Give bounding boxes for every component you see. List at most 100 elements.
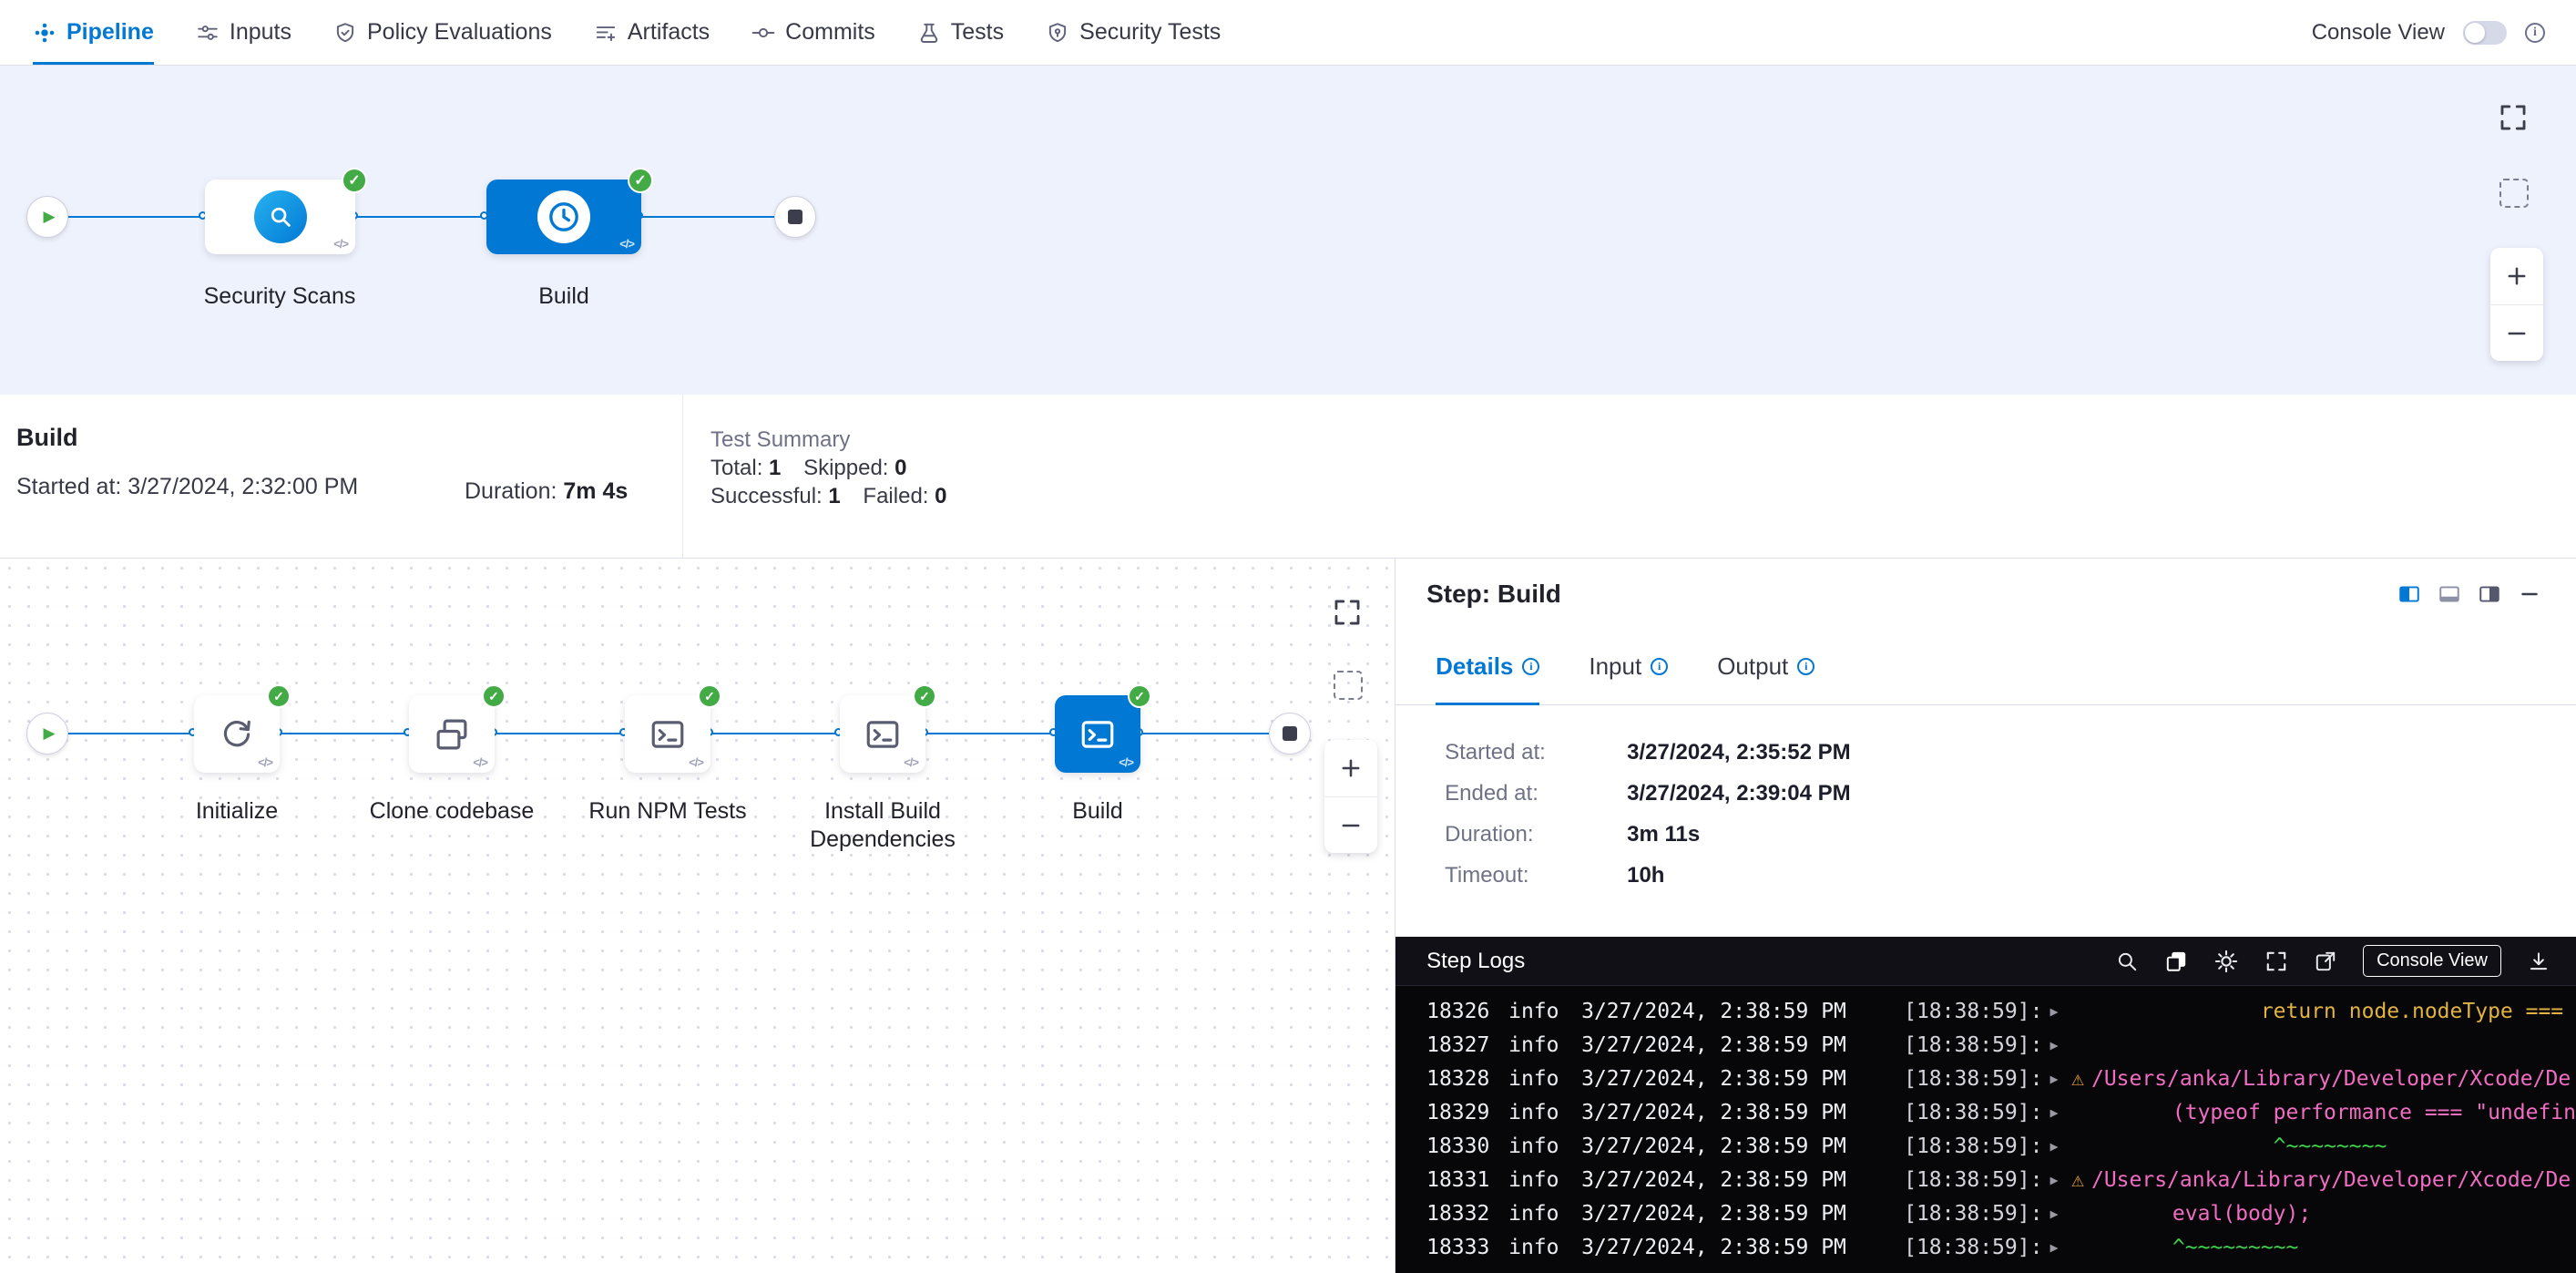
expand-canvas-icon[interactable] — [2498, 102, 2529, 133]
tab-artifacts[interactable]: Artifacts — [594, 0, 710, 65]
tab-tests[interactable]: Tests — [917, 0, 1004, 65]
info-icon[interactable] — [1522, 658, 1539, 675]
expand-caret-icon[interactable]: ▸ — [2048, 1231, 2071, 1265]
console-view-toggle[interactable] — [2463, 21, 2507, 45]
step-node-initialize[interactable]: </> — [194, 695, 280, 773]
selection-tool-icon[interactable] — [2499, 179, 2529, 208]
summary-stage-block: Build Started at: 3/27/2024, 2:32:00 PM — [16, 395, 465, 558]
log-time: 3/27/2024, 2:38:59 PM — [1581, 1197, 1904, 1231]
log-time: 3/27/2024, 2:38:59 PM — [1581, 1164, 1904, 1197]
step-details-panel: Step: Build Details — [1395, 559, 2576, 1273]
success-check-icon — [628, 168, 653, 193]
expand-caret-icon[interactable]: ▸ — [2048, 1063, 2071, 1096]
log-line: 18326info3/27/2024, 2:38:59 PM[18:38:59]… — [1395, 995, 2576, 1029]
sync-icon — [218, 715, 256, 754]
expand-caret-icon[interactable]: ▸ — [2048, 1029, 2071, 1063]
summary-stage-title: Build — [16, 424, 465, 452]
zoom-controls — [2490, 248, 2543, 361]
search-icon[interactable] — [2115, 950, 2139, 973]
info-icon[interactable] — [1797, 658, 1814, 675]
code-glyph: </> — [473, 755, 487, 769]
split-left-view-icon[interactable] — [2397, 582, 2421, 606]
zoom-out-button[interactable] — [2490, 304, 2543, 361]
settings-gear-icon[interactable] — [2213, 949, 2239, 974]
detail-row: Started at: 3/27/2024, 2:35:52 PM — [1445, 742, 2576, 764]
log-line: 18333info3/27/2024, 2:38:59 PM[18:38:59]… — [1395, 1231, 2576, 1265]
step-graph-canvas[interactable]: </> </> </> </> — [0, 559, 1395, 1273]
tab-commits[interactable]: Commits — [751, 0, 875, 65]
log-body: 18326info3/27/2024, 2:38:59 PM[18:38:59]… — [1395, 986, 2576, 1273]
harness-logo-icon — [33, 21, 56, 45]
expand-caret-icon[interactable]: ▸ — [2048, 1096, 2071, 1130]
selection-tool-icon[interactable] — [1334, 671, 1363, 700]
stop-icon — [1283, 726, 1297, 741]
zoom-controls — [1324, 740, 1377, 853]
code-glyph: </> — [689, 755, 703, 769]
expand-caret-icon[interactable]: ▸ — [2048, 1164, 2071, 1197]
log-level: info — [1508, 1197, 1581, 1231]
tab-output[interactable]: Output — [1717, 630, 1814, 705]
successful-label: Successful: — [710, 484, 823, 508]
stage-node-security-scans[interactable]: </> — [205, 180, 355, 254]
step-node-clone-codebase[interactable]: </> — [409, 695, 495, 773]
expand-caret-icon[interactable]: ▸ — [2048, 995, 2071, 1029]
minimize-panel-icon[interactable] — [2518, 582, 2541, 606]
tab-policy-evaluations[interactable]: Policy Evaluations — [333, 0, 552, 65]
success-check-icon — [482, 684, 506, 708]
test-summary-block: Test Summary Total: 1 Skipped: 0 Success… — [682, 395, 947, 558]
log-timestamp: [18:38:59]: — [1904, 1130, 2048, 1164]
info-icon[interactable] — [2525, 23, 2545, 43]
edge-connector — [355, 216, 486, 218]
log-line-number: 18330 — [1426, 1130, 1508, 1164]
open-in-new-icon[interactable] — [2314, 950, 2337, 973]
terminal-icon — [1078, 715, 1117, 754]
stage-graph[interactable]: </> </> Security Scans Build — [0, 66, 2576, 395]
log-content: /Users/anka/Library/Developer/Xcode/De — [2091, 1063, 2571, 1096]
expand-caret-icon[interactable]: ▸ — [2048, 1197, 2071, 1231]
duration-value: 7m 4s — [563, 478, 628, 504]
log-timestamp: [18:38:59]: — [1904, 1063, 2048, 1096]
split-bottom-view-icon[interactable] — [2438, 582, 2461, 606]
detail-row: Duration: 3m 11s — [1445, 824, 2576, 846]
log-time: 3/27/2024, 2:38:59 PM — [1581, 995, 1904, 1029]
tab-pipeline[interactable]: Pipeline — [33, 0, 154, 65]
tab-inputs[interactable]: Inputs — [196, 0, 291, 65]
build-stage-icon — [537, 190, 590, 243]
step-node-install-build-dependencies[interactable]: </> — [840, 695, 925, 773]
log-content: /Users/anka/Library/Developer/Xcode/De — [2091, 1164, 2571, 1197]
shield-check-icon — [333, 21, 357, 45]
log-line: 18329info3/27/2024, 2:38:59 PM[18:38:59]… — [1395, 1096, 2576, 1130]
expand-canvas-icon[interactable] — [1332, 597, 1363, 628]
sliders-icon — [196, 21, 220, 45]
success-check-icon — [267, 684, 291, 708]
detail-value: 3/27/2024, 2:39:04 PM — [1627, 783, 1851, 805]
tab-label: Artifacts — [628, 19, 710, 46]
step-node-run-npm-tests[interactable]: </> — [625, 695, 710, 773]
zoom-in-button[interactable] — [2490, 248, 2543, 304]
split-right-view-icon[interactable] — [2478, 582, 2501, 606]
tab-details[interactable]: Details — [1436, 630, 1539, 705]
zoom-out-button[interactable] — [1324, 796, 1377, 853]
tab-security-tests[interactable]: Security Tests — [1046, 0, 1221, 65]
step-label: Initialize — [146, 797, 328, 826]
copy-icon[interactable] — [2164, 950, 2188, 973]
test-summary-row: Successful: 1 Failed: 0 — [710, 482, 947, 510]
console-view-button[interactable]: Console View — [2363, 945, 2501, 977]
fullscreen-icon[interactable] — [2264, 950, 2288, 973]
expand-caret-icon[interactable]: ▸ — [2048, 1130, 2071, 1164]
tab-label: Policy Evaluations — [367, 19, 552, 46]
steps-end-node — [1269, 713, 1311, 755]
flask-icon — [917, 21, 941, 45]
download-icon[interactable] — [2527, 950, 2550, 973]
detail-value: 3/27/2024, 2:35:52 PM — [1627, 742, 1851, 764]
tab-input[interactable]: Input — [1589, 630, 1668, 705]
step-logs: Step Logs — [1395, 937, 2576, 1273]
zoom-in-button[interactable] — [1324, 740, 1377, 796]
edge-connector — [68, 216, 205, 218]
step-node-build[interactable]: </> — [1055, 695, 1140, 773]
security-scan-icon — [254, 190, 307, 243]
log-content: eval(body); — [2071, 1197, 2311, 1231]
info-icon[interactable] — [1651, 658, 1668, 675]
log-line-number: 18326 — [1426, 995, 1508, 1029]
stage-node-build[interactable]: </> — [486, 180, 641, 254]
